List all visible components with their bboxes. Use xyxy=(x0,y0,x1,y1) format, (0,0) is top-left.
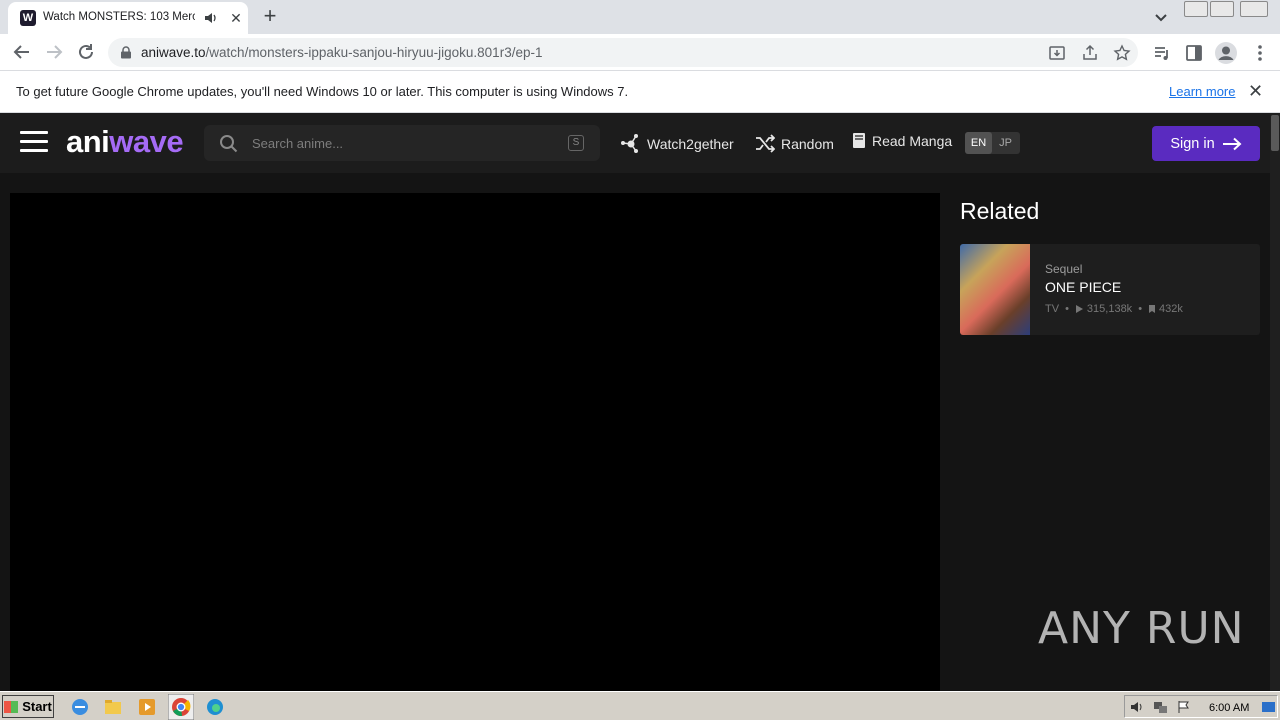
share-icon[interactable] xyxy=(1081,44,1099,62)
new-tab-button[interactable]: + xyxy=(258,4,282,28)
search-input[interactable] xyxy=(252,133,552,153)
profile-avatar-icon[interactable] xyxy=(1214,41,1238,65)
watch2gether-label: Watch2gether xyxy=(647,135,734,152)
network-icon[interactable] xyxy=(1153,700,1168,714)
bookmark-star-icon[interactable] xyxy=(1113,44,1131,62)
random-label: Random xyxy=(781,135,834,152)
related-meta: TV • 315,138k • 432k xyxy=(1045,303,1183,315)
related-episodes: 315,138k xyxy=(1086,303,1133,315)
lang-jp-option[interactable]: JP xyxy=(992,132,1019,154)
side-panel-icon[interactable] xyxy=(1184,43,1204,63)
action-center-flag-icon[interactable] xyxy=(1177,700,1192,714)
scrollbar-thumb[interactable] xyxy=(1271,115,1279,151)
taskbar-clock[interactable]: 6:00 AM xyxy=(1209,702,1249,714)
file-explorer-icon[interactable] xyxy=(102,696,124,718)
play-icon xyxy=(1075,305,1083,313)
browser-tab[interactable]: W Watch MONSTERS: 103 Mercies Dragon Dam… xyxy=(8,2,248,34)
close-infobar-icon[interactable]: ✕ xyxy=(1248,81,1263,102)
volume-icon[interactable] xyxy=(1130,700,1145,714)
anyrun-watermark: ANY RUN xyxy=(1038,603,1245,654)
book-icon xyxy=(853,133,865,148)
related-heading: Related xyxy=(960,198,1040,224)
video-player[interactable] xyxy=(10,193,940,691)
language-toggle[interactable]: EN JP xyxy=(965,132,1020,154)
close-window-button[interactable] xyxy=(1240,1,1268,17)
watch2gether-link[interactable]: Watch2gether xyxy=(620,133,734,154)
related-title[interactable]: ONE PIECE xyxy=(1045,279,1121,295)
show-desktop-icon[interactable] xyxy=(1261,700,1276,714)
learn-more-link[interactable]: Learn more xyxy=(1169,84,1235,99)
arrow-right-icon xyxy=(1222,137,1242,150)
edge-icon[interactable] xyxy=(204,696,226,718)
system-tray: 6:00 AM xyxy=(1124,695,1278,718)
url-text[interactable]: aniwave.to/watch/monsters-ippaku-sanjou-… xyxy=(141,45,542,60)
start-label: Start xyxy=(22,699,52,714)
watch2gether-icon xyxy=(621,134,638,153)
forward-icon[interactable] xyxy=(43,41,65,63)
related-type: TV xyxy=(1045,303,1060,315)
windows-logo-icon xyxy=(4,700,19,713)
lock-icon[interactable] xyxy=(120,46,132,59)
search-icon[interactable] xyxy=(219,134,238,153)
page-scrollbar[interactable] xyxy=(1270,113,1280,691)
search-shortcut-key: S xyxy=(568,135,584,151)
start-button[interactable]: Start xyxy=(2,695,54,718)
close-tab-icon[interactable]: ✕ xyxy=(228,9,244,27)
chrome-icon[interactable] xyxy=(168,694,194,720)
infobar-message: To get future Google Chrome updates, you… xyxy=(16,84,629,99)
related-item[interactable]: Sequel ONE PIECE TV • 315,138k • 432k xyxy=(960,244,1260,335)
back-icon[interactable] xyxy=(11,41,33,63)
related-poster-image[interactable] xyxy=(960,244,1030,335)
lang-en-option[interactable]: EN xyxy=(965,132,992,154)
sign-in-label: Sign in xyxy=(1170,135,1215,152)
site-favicon: W xyxy=(20,10,36,26)
related-bookmarks: 432k xyxy=(1159,303,1183,315)
site-logo[interactable]: aniwave xyxy=(66,124,184,160)
minimize-button[interactable] xyxy=(1184,1,1208,17)
sign-in-button[interactable]: Sign in xyxy=(1152,126,1260,161)
restore-button[interactable] xyxy=(1210,1,1234,17)
internet-explorer-icon[interactable] xyxy=(69,696,91,718)
tab-title: Watch MONSTERS: 103 Mercies Dragon Damna… xyxy=(43,11,195,23)
chevron-down-icon[interactable] xyxy=(1150,6,1172,28)
search-box: S xyxy=(204,125,600,161)
read-manga-label: Read Manga xyxy=(872,132,953,149)
hamburger-menu-icon[interactable] xyxy=(20,131,48,153)
kebab-menu-icon[interactable] xyxy=(1250,43,1270,63)
site-header: aniwave S Watch2gether Random Read Manga… xyxy=(0,113,1270,173)
read-manga-link[interactable]: Read Manga xyxy=(852,132,952,149)
bookmark-icon xyxy=(1149,305,1156,313)
browser-toolbar: aniwave.to/watch/monsters-ippaku-sanjou-… xyxy=(0,34,1280,71)
page-content: aniwave S Watch2gether Random Read Manga… xyxy=(0,113,1270,691)
media-player-icon[interactable] xyxy=(136,696,158,718)
update-infobar: To get future Google Chrome updates, you… xyxy=(0,71,1280,113)
random-link[interactable]: Random xyxy=(754,133,834,154)
tab-strip: W Watch MONSTERS: 103 Mercies Dragon Dam… xyxy=(0,0,1280,34)
media-controls-icon[interactable] xyxy=(1152,43,1172,63)
speaker-icon[interactable] xyxy=(204,10,218,26)
windows-taskbar: Start 6:00 AM xyxy=(0,691,1280,720)
reload-icon[interactable] xyxy=(75,41,97,63)
address-bar[interactable]: aniwave.to/watch/monsters-ippaku-sanjou-… xyxy=(108,38,1138,67)
install-app-icon[interactable] xyxy=(1048,44,1066,62)
related-relation: Sequel xyxy=(1045,262,1083,276)
shuffle-icon xyxy=(756,134,775,153)
